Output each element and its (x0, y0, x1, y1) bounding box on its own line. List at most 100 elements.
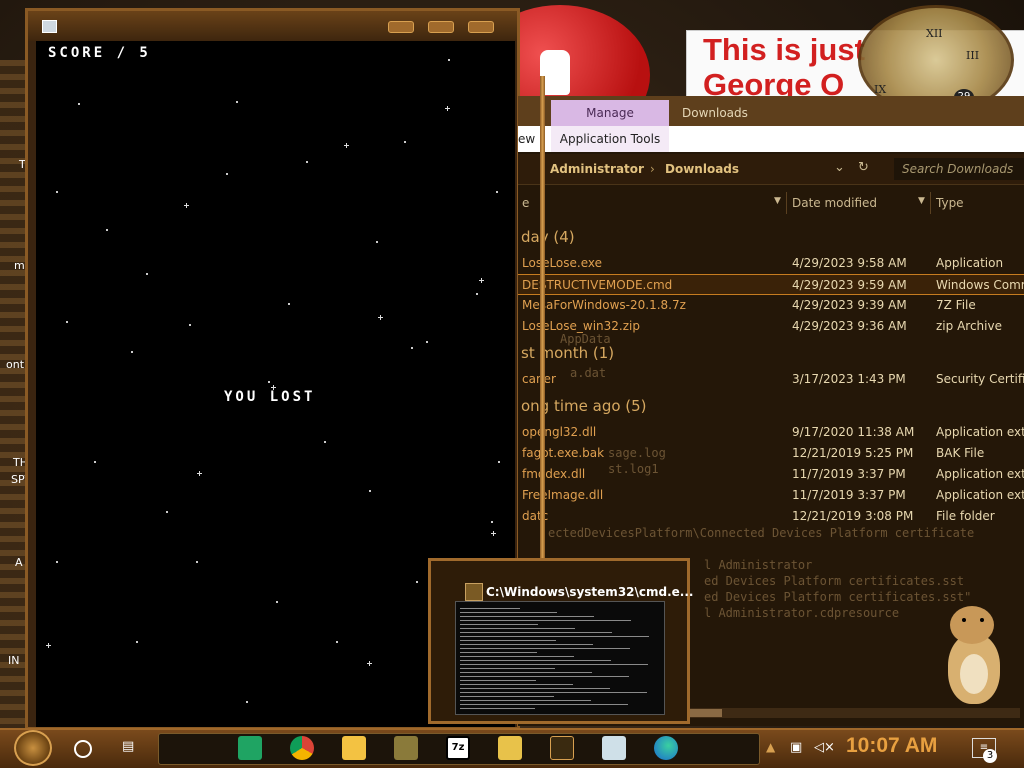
file-row[interactable]: LoseLose.exe 4/29/2023 9:58 AM Applicati… (518, 253, 1024, 274)
minimize-button[interactable] (388, 21, 414, 33)
file-type: 7Z File (936, 298, 976, 312)
file-type: File folder (936, 509, 995, 523)
file-date: 12/21/2019 5:25 PM (792, 446, 914, 460)
cmd-taskbar-preview[interactable]: C:\Windows\system32\cmd.e... (428, 558, 693, 724)
explorer-icon[interactable] (342, 736, 366, 760)
file-date: 12/21/2019 3:08 PM (792, 509, 914, 523)
star (236, 101, 238, 103)
file-row[interactable]: caner 3/17/2023 1:43 PM Security Certifi (518, 369, 1024, 390)
star (66, 321, 68, 323)
column-date-modified[interactable]: Date modified (792, 196, 877, 210)
cmd-output-line (460, 684, 573, 685)
star (106, 229, 108, 231)
chevron-down-icon[interactable]: ⌄ (834, 160, 845, 175)
speaker-muted-icon[interactable]: ◁× (814, 740, 835, 755)
file-date: 9/17/2020 11:38 AM (792, 425, 915, 439)
star (324, 441, 326, 443)
task-view-icon[interactable]: ▤ (122, 740, 138, 754)
star (56, 191, 58, 193)
search-input[interactable]: Search Downloads (894, 158, 1024, 180)
column-divider[interactable] (786, 192, 787, 214)
cmd-output-line (460, 664, 648, 665)
column-name[interactable]: e (522, 196, 529, 210)
file-date: 3/17/2023 1:43 PM (792, 372, 906, 386)
star (336, 641, 338, 643)
background-text: l Administrator (704, 558, 813, 572)
edge-icon[interactable] (654, 736, 678, 760)
column-divider[interactable] (930, 192, 931, 214)
tab-application-tools[interactable]: Application Tools (551, 126, 669, 152)
sort-arrow-icon[interactable]: ▼ (774, 196, 781, 206)
sort-arrow-icon[interactable]: ▼ (918, 196, 925, 206)
chart-app-icon[interactable] (498, 736, 522, 760)
file-row[interactable]: datc 12/21/2019 3:08 PM File folder (518, 506, 1024, 527)
cmd-output-line (460, 680, 536, 681)
breadcrumb-administrator[interactable]: Administrator (550, 162, 644, 176)
loselose-icon[interactable] (550, 736, 574, 760)
start-button[interactable] (14, 730, 52, 766)
cmd-output-line (460, 672, 592, 673)
desktop-icon-label[interactable]: ont (6, 358, 24, 371)
cmd-output-line (460, 688, 610, 689)
file-row[interactable]: MesaForWindows-20.1.8.7z 4/29/2023 9:39 … (518, 295, 1024, 316)
column-type[interactable]: Type (936, 196, 964, 210)
background-text: ed Devices Platform certificates.sst" (704, 590, 972, 604)
group-header-today[interactable]: day (4) (521, 228, 575, 246)
cmd-preview-thumbnail[interactable] (455, 601, 665, 715)
app-icon (42, 20, 57, 33)
tab-manage[interactable]: Manage (551, 100, 669, 126)
game-titlebar[interactable] (28, 11, 517, 41)
cmd-output-line (460, 624, 538, 625)
cmd-output-line (460, 656, 574, 657)
maximize-button[interactable] (428, 21, 454, 33)
star (46, 643, 51, 648)
window-title: Downloads (682, 106, 748, 120)
cmd-output-line (460, 612, 557, 613)
file-name: caner (522, 372, 556, 386)
star (411, 347, 413, 349)
show-hidden-icons-chevron[interactable]: ▲ (766, 740, 775, 754)
close-button[interactable] (468, 21, 494, 33)
desktop-icon-label[interactable]: A (15, 556, 23, 569)
refresh-icon[interactable]: ↻ (858, 160, 869, 175)
file-row[interactable]: FreeImage.dll 11/7/2019 3:37 PM Applicat… (518, 485, 1024, 506)
desktop-icon-label[interactable]: IN (8, 654, 19, 667)
cmd-output-line (460, 648, 630, 649)
file-name: MesaForWindows-20.1.8.7z (522, 298, 686, 312)
cmd-output-line (460, 620, 631, 621)
star (276, 601, 278, 603)
cmd-output-line (460, 628, 575, 629)
taskbar-clock[interactable]: 10:07 AM (846, 734, 937, 758)
file-type: Windows Comma (936, 278, 1024, 292)
breadcrumb-downloads[interactable]: Downloads (665, 162, 739, 176)
sheets-icon[interactable] (238, 736, 262, 760)
breadcrumb-chevron-icon[interactable]: › (650, 162, 655, 176)
tab-view[interactable]: ew (518, 126, 538, 152)
cmd-output-line (460, 692, 647, 693)
file-row[interactable]: opengl32.dll 9/17/2020 11:38 AM Applicat… (518, 422, 1024, 443)
notification-count-badge: 3 (983, 749, 997, 763)
cortana-icon[interactable] (74, 740, 92, 758)
group-header-last-month[interactable]: st month (1) (521, 344, 614, 362)
7zip-icon[interactable]: 7z (446, 736, 470, 760)
star (491, 531, 496, 536)
file-row-selected[interactable]: DESTRUCTIVEMODE.cmd 4/29/2023 9:59 AM Wi… (518, 274, 1024, 295)
game-icon[interactable] (394, 736, 418, 760)
file-row[interactable]: LoseLose_win32.zip 4/29/2023 9:36 AM zip… (518, 316, 1024, 337)
window-app-icon[interactable] (602, 736, 626, 760)
file-row[interactable]: fagot.exe.bak 12/21/2019 5:25 PM BAK Fil… (518, 443, 1024, 464)
file-type: zip Archive (936, 319, 1002, 333)
file-row[interactable]: fmodex.dll 11/7/2019 3:37 PM Application… (518, 464, 1024, 485)
star (131, 351, 133, 353)
horizontal-scrollbar[interactable] (690, 708, 1020, 718)
cmd-output-line (460, 668, 555, 669)
network-icon[interactable]: ▣ (790, 740, 802, 755)
scrollbar-thumb[interactable] (690, 709, 722, 717)
clock-number: XII (926, 27, 943, 40)
chrome-icon[interactable] (290, 736, 314, 760)
cmd-output-line (460, 608, 520, 609)
star (56, 561, 58, 563)
cmd-output-line (460, 636, 649, 637)
star (404, 141, 406, 143)
star (306, 161, 308, 163)
